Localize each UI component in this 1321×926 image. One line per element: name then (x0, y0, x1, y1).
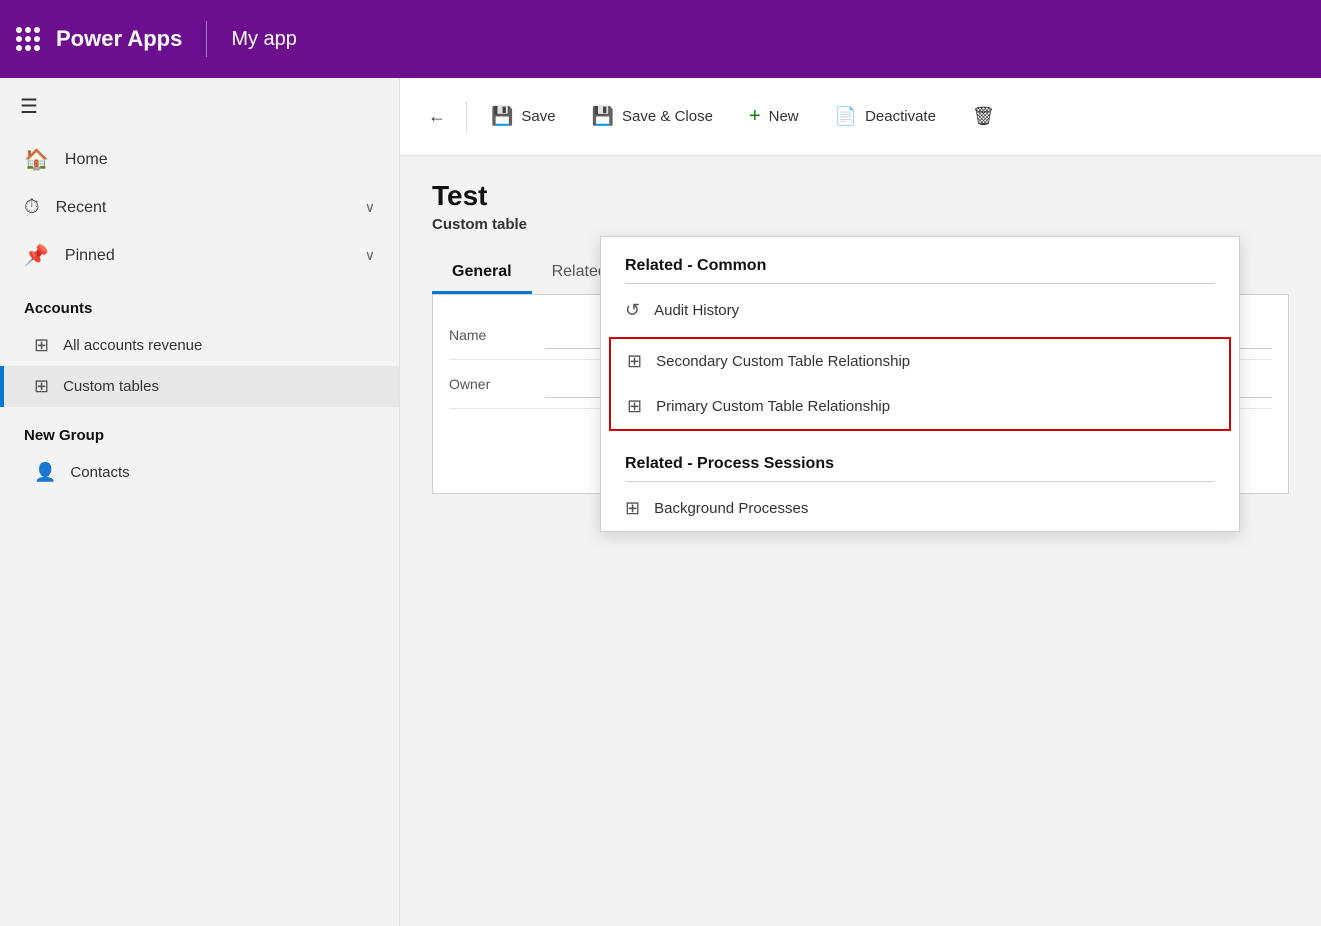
header-divider (206, 21, 207, 57)
record-subtitle: Custom table (432, 216, 1289, 233)
accounts-section-header: Accounts (0, 280, 399, 325)
save-close-icon: 💾 (592, 106, 614, 127)
audit-history-icon: ↺ (625, 300, 640, 321)
related-process-section-title: Related - Process Sessions (601, 435, 1239, 481)
top-header: Power Apps My app (0, 0, 1321, 78)
home-icon: 🏠 (24, 147, 49, 172)
back-button[interactable]: ← (416, 98, 458, 135)
primary-custom-label: Primary Custom Table Relationship (656, 398, 890, 415)
background-processes-icon: ⊞ (625, 498, 640, 519)
new-label: New (769, 108, 799, 125)
sidebar-item-custom-tables-label: Custom tables (63, 378, 159, 395)
owner-label: Owner (449, 376, 529, 392)
related-dropdown-popup: Related - Common ↺ Audit History ⊞ Secon… (600, 236, 1240, 532)
toolbar: ← 💾 Save 💾 Save & Close + New 📄 Deactiva… (400, 78, 1321, 156)
app-name: Power Apps (56, 26, 182, 52)
toolbar-separator-1 (466, 101, 467, 133)
chevron-down-icon-pinned: ∨ (365, 247, 375, 264)
deactivate-icon: 📄 (835, 106, 857, 127)
related-common-section-title: Related - Common (601, 237, 1239, 283)
deactivate-label: Deactivate (865, 108, 936, 125)
sidebar: ☰ 🏠 Home ⏱ Recent ∨ 📌 Pinned ∨ Accounts … (0, 78, 400, 926)
sidebar-item-contacts-label: Contacts (70, 464, 129, 481)
content-area: ← 💾 Save 💾 Save & Close + New 📄 Deactiva… (400, 78, 1321, 926)
sidebar-item-all-accounts-label: All accounts revenue (63, 337, 202, 354)
main-layout: ☰ 🏠 Home ⏱ Recent ∨ 📌 Pinned ∨ Accounts … (0, 78, 1321, 926)
dropdown-item-secondary-custom[interactable]: ⊞ Secondary Custom Table Relationship (611, 339, 1229, 384)
dropdown-item-primary-custom[interactable]: ⊞ Primary Custom Table Relationship (611, 384, 1229, 429)
hamburger-menu-icon[interactable]: ☰ (0, 78, 399, 135)
background-processes-label: Background Processes (654, 500, 808, 517)
delete-icon: 🗑 (972, 106, 995, 127)
name-label: Name (449, 327, 529, 343)
record-title: Test (432, 180, 1289, 212)
sidebar-item-recent[interactable]: ⏱ Recent ∨ (0, 184, 399, 231)
accounts-revenue-icon: ⊞ (34, 335, 49, 356)
waffle-icon[interactable] (16, 27, 40, 51)
primary-custom-icon: ⊞ (627, 396, 642, 417)
save-button[interactable]: 💾 Save (475, 98, 572, 135)
recent-icon: ⏱ (24, 196, 40, 219)
save-icon: 💾 (491, 106, 513, 127)
secondary-custom-label: Secondary Custom Table Relationship (656, 353, 910, 370)
new-icon: + (749, 105, 761, 128)
related-common-divider (625, 283, 1215, 284)
related-process-divider (625, 481, 1215, 482)
page-content: Test Custom table General Related Name O… (400, 156, 1321, 926)
deactivate-button[interactable]: 📄 Deactivate (819, 98, 952, 135)
app-subtitle: My app (231, 28, 297, 51)
save-close-button[interactable]: 💾 Save & Close (576, 98, 729, 135)
new-button[interactable]: + New (733, 97, 815, 136)
secondary-custom-icon: ⊞ (627, 351, 642, 372)
dropdown-item-audit-history[interactable]: ↺ Audit History (601, 288, 1239, 333)
tab-general[interactable]: General (432, 253, 532, 294)
sidebar-item-home[interactable]: 🏠 Home (0, 135, 399, 184)
save-label: Save (521, 108, 555, 125)
highlighted-relationships-group: ⊞ Secondary Custom Table Relationship ⊞ … (609, 337, 1231, 431)
contacts-icon: 👤 (34, 462, 56, 483)
sidebar-item-recent-label: Recent (56, 199, 349, 217)
sidebar-item-contacts[interactable]: 👤 Contacts (0, 452, 399, 493)
audit-history-label: Audit History (654, 302, 739, 319)
sidebar-item-pinned[interactable]: 📌 Pinned ∨ (0, 231, 399, 280)
sidebar-item-pinned-label: Pinned (65, 247, 349, 265)
sidebar-item-home-label: Home (65, 151, 375, 169)
save-close-label: Save & Close (622, 108, 713, 125)
sidebar-item-all-accounts-revenue[interactable]: ⊞ All accounts revenue (0, 325, 399, 366)
pin-icon: 📌 (24, 243, 49, 268)
delete-button[interactable]: 🗑 (956, 98, 1011, 135)
chevron-down-icon: ∨ (365, 199, 375, 216)
new-group-section-header: New Group (0, 407, 399, 452)
sidebar-item-custom-tables[interactable]: ⊞ Custom tables (0, 366, 399, 407)
custom-tables-icon: ⊞ (34, 376, 49, 397)
dropdown-item-background-processes[interactable]: ⊞ Background Processes (601, 486, 1239, 531)
